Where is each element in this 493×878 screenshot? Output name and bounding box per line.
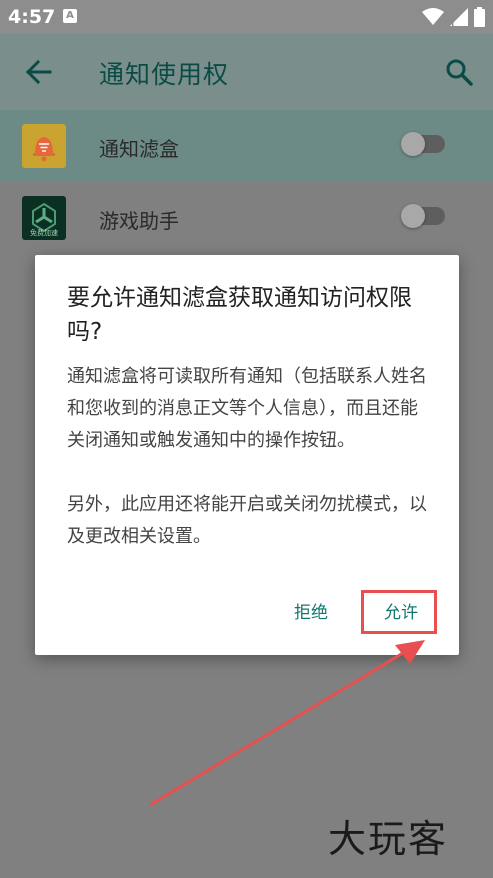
game-helper-toggle[interactable] <box>401 204 445 228</box>
arrow-left-icon[interactable] <box>24 58 52 86</box>
wifi-icon <box>422 8 444 25</box>
list-item-game-helper[interactable]: 免费加速 游戏助手 <box>0 182 493 254</box>
status-icons <box>422 6 485 28</box>
list-item-label: 游戏助手 <box>99 209 179 233</box>
list-item-notification-filter[interactable]: 通知滤盒 <box>0 110 493 182</box>
dialog-body: 通知滤盒将可读取所有通知（包括联系人姓名和您收到的消息正文等个人信息），而且还能… <box>67 361 429 553</box>
a-icon: A <box>63 9 77 23</box>
watermark: 大玩客 <box>328 817 449 861</box>
dialog-body-paragraph: 另外，此应用还将能开启或关闭勿扰模式，以及更改相关设置。 <box>67 494 427 547</box>
page-title: 通知使用权 <box>99 60 230 89</box>
app-bar: 通知使用权 <box>0 34 493 110</box>
list-item-label: 通知滤盒 <box>99 137 179 161</box>
toggle-thumb <box>401 132 425 156</box>
notification-filter-toggle[interactable] <box>401 132 445 156</box>
status-time: 4:57 <box>8 6 56 28</box>
dialog-title: 要允许通知滤盒获取通知访问权限吗? <box>67 285 412 345</box>
deny-button[interactable]: 拒绝 <box>283 596 339 630</box>
search-icon[interactable] <box>445 58 473 86</box>
bell-filter-icon <box>22 124 66 168</box>
battery-icon <box>474 7 485 27</box>
highlight-box <box>361 590 437 634</box>
status-bar: 4:57 A <box>0 0 493 34</box>
game-helper-icon-text: 免费加速 <box>30 229 58 237</box>
cell-signal-icon <box>450 8 468 26</box>
game-helper-icon: 免费加速 <box>22 196 66 240</box>
toggle-thumb <box>401 204 425 228</box>
dialog-body-paragraph: 通知滤盒将可读取所有通知（包括联系人姓名和您收到的消息正文等个人信息），而且还能… <box>67 366 427 451</box>
